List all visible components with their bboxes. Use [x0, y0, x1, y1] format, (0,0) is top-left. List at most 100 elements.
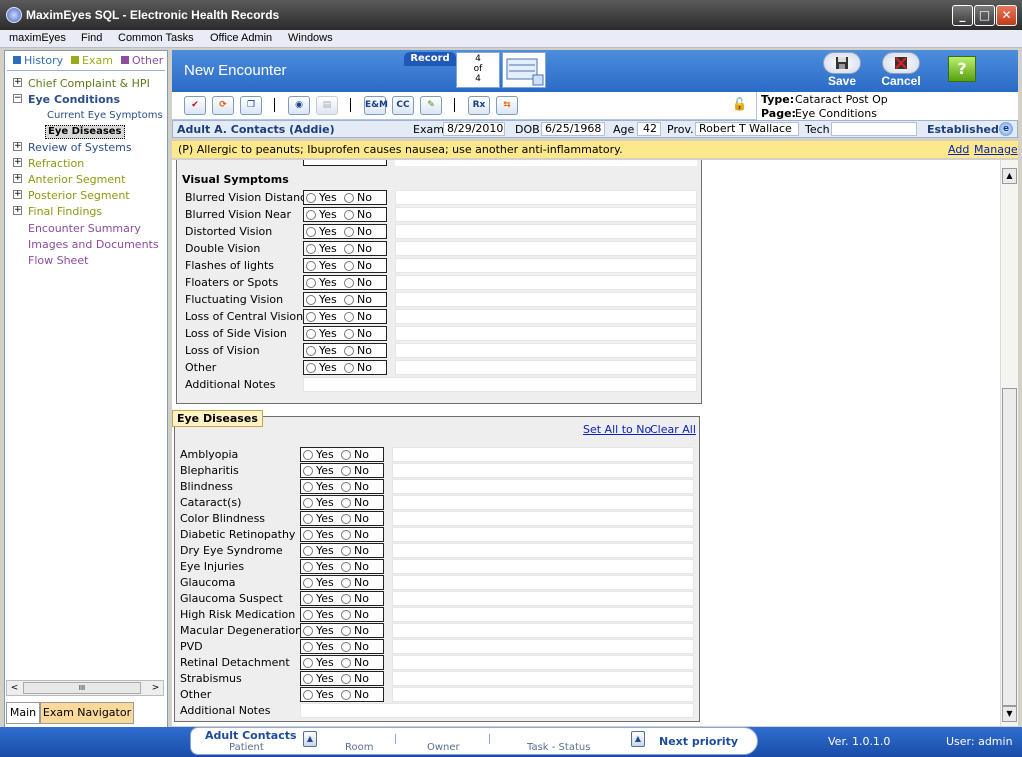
menu-windows[interactable]: Windows [288, 32, 333, 44]
yes-radio[interactable] [303, 658, 313, 668]
yes-radio[interactable] [306, 193, 316, 203]
tree-current-eye-symptoms[interactable]: Current Eye Symptoms [47, 110, 163, 121]
no-radio[interactable] [341, 482, 351, 492]
yes-radio[interactable] [303, 562, 313, 572]
row-note-field[interactable] [392, 639, 694, 654]
tab-main[interactable]: Main [6, 702, 40, 724]
menu-find[interactable]: Find [81, 32, 102, 44]
row-note-field[interactable] [392, 511, 694, 526]
tree-encounter-summary[interactable]: Encounter Summary [28, 222, 141, 235]
no-radio[interactable] [341, 546, 351, 556]
yes-radio[interactable] [303, 450, 313, 460]
menu-office-admin[interactable]: Office Admin [210, 32, 272, 44]
cancel-button[interactable]: Cancel [880, 52, 922, 88]
tab-exam-navigator[interactable]: Exam Navigator [40, 702, 134, 724]
yes-radio[interactable] [306, 278, 316, 288]
legend-exam[interactable]: Exam [82, 54, 113, 67]
yes-no-radio-group[interactable]: Yes No [300, 623, 384, 638]
yes-radio[interactable] [303, 514, 313, 524]
row-note-field[interactable] [392, 447, 694, 462]
next-priority-button[interactable]: Next priority [659, 735, 738, 748]
expand-icon[interactable]: + [13, 190, 22, 199]
yes-no-radio-group[interactable]: Yes No [303, 241, 387, 256]
lock-icon[interactable]: 🔓 [732, 97, 747, 111]
internet-explorer-icon[interactable]: e [999, 122, 1013, 136]
yes-no-radio-group[interactable]: Yes No [303, 207, 387, 222]
visual-notes-field[interactable] [303, 377, 697, 392]
next-priority-icon[interactable]: ▲ [631, 731, 645, 747]
status-patient-name[interactable]: Adult Contacts [205, 729, 297, 742]
row-note-field[interactable] [395, 309, 697, 324]
yes-no-radio-group[interactable]: Yes No [303, 292, 387, 307]
legend-history[interactable]: History [24, 54, 63, 67]
content-vertical-scrollbar[interactable]: ▲ ▼ [1000, 160, 1018, 726]
no-radio[interactable] [341, 514, 351, 524]
row-note-field[interactable] [392, 655, 694, 670]
tree-flow-sheet[interactable]: Flow Sheet [28, 254, 88, 267]
menu-common-tasks[interactable]: Common Tasks [118, 32, 194, 44]
yes-no-radio-group[interactable]: Yes No [300, 511, 384, 526]
yes-no-radio-group[interactable]: Yes No [300, 591, 384, 606]
yes-radio[interactable] [303, 530, 313, 540]
row-note-field[interactable] [392, 687, 694, 702]
yes-radio[interactable] [303, 642, 313, 652]
row-note-field[interactable] [392, 575, 694, 590]
no-radio[interactable] [341, 594, 351, 604]
yes-no-radio-group[interactable]: Yes No [300, 607, 384, 622]
document-icon[interactable]: ▤ [316, 96, 338, 115]
em-button[interactable]: E&M [364, 96, 388, 115]
yes-radio[interactable] [306, 244, 316, 254]
yes-radio[interactable] [303, 674, 313, 684]
no-radio[interactable] [344, 346, 354, 356]
row-note-field[interactable] [392, 495, 694, 510]
row-note-field[interactable] [395, 258, 697, 273]
yes-no-radio-group[interactable]: Yes No [300, 479, 384, 494]
no-radio[interactable] [344, 278, 354, 288]
row-note-field[interactable] [392, 463, 694, 478]
eye-icon[interactable]: ◉ [288, 96, 310, 115]
yes-radio[interactable] [306, 227, 316, 237]
rx-button[interactable]: Rx [468, 96, 490, 115]
expand-icon[interactable]: + [13, 78, 22, 87]
yes-radio[interactable] [303, 482, 313, 492]
expand-icon[interactable]: + [13, 206, 22, 215]
clear-all-link[interactable]: Clear All [650, 423, 696, 436]
copy-icon[interactable]: ❐ [240, 96, 262, 115]
no-radio[interactable] [341, 610, 351, 620]
yes-no-radio-group[interactable]: Yes No [303, 224, 387, 239]
yes-no-radio-group[interactable]: Yes No [300, 671, 384, 686]
yes-radio[interactable] [306, 295, 316, 305]
row-note-field[interactable] [392, 543, 694, 558]
yes-radio[interactable] [303, 546, 313, 556]
no-radio[interactable] [341, 674, 351, 684]
yes-no-radio-group[interactable]: Yes No [300, 447, 384, 462]
no-radio[interactable] [344, 210, 354, 220]
yes-radio[interactable] [303, 578, 313, 588]
patient-name[interactable]: Adult A. Contacts (Addie) [177, 123, 335, 136]
yes-radio[interactable] [303, 594, 313, 604]
yes-radio[interactable] [306, 312, 316, 322]
expand-icon[interactable]: + [13, 174, 22, 183]
row-note-field[interactable] [395, 190, 697, 205]
no-radio[interactable] [341, 626, 351, 636]
yes-no-radio-group[interactable]: Yes No [300, 463, 384, 478]
allergy-add-link[interactable]: Add [948, 143, 969, 156]
yes-no-radio-group[interactable]: Yes No [300, 575, 384, 590]
scroll-thumb[interactable]: III [23, 682, 141, 694]
refresh-icon[interactable]: ⟳ [212, 96, 234, 115]
row-note-field[interactable] [395, 275, 697, 290]
no-radio[interactable] [341, 690, 351, 700]
yes-no-radio-group[interactable]: Yes No [303, 275, 387, 290]
row-note-field[interactable] [392, 607, 694, 622]
row-note-field[interactable] [395, 207, 697, 222]
yes-radio[interactable] [306, 346, 316, 356]
row-note-field[interactable] [392, 623, 694, 638]
no-radio[interactable] [344, 261, 354, 271]
no-radio[interactable] [344, 244, 354, 254]
yes-no-radio-group[interactable]: Yes No [300, 495, 384, 510]
navigator-horizontal-scrollbar[interactable]: < III > [6, 680, 164, 696]
no-radio[interactable] [344, 227, 354, 237]
scroll-thumb[interactable] [1002, 388, 1017, 706]
no-radio[interactable] [341, 642, 351, 652]
yes-radio[interactable] [303, 610, 313, 620]
